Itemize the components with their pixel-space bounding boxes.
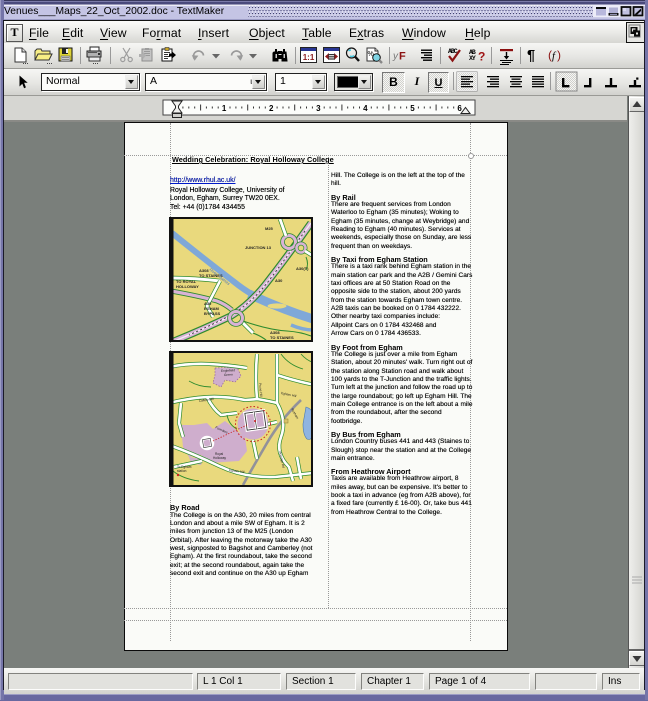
- svg-text:JUNCTION 13: JUNCTION 13: [245, 245, 272, 250]
- svg-text:HOLLOWAY: HOLLOWAY: [176, 284, 199, 289]
- svg-text:F: F: [399, 51, 406, 63]
- svg-text:BYPASS: BYPASS: [204, 311, 220, 316]
- svg-text:A30: A30: [275, 278, 283, 283]
- svg-text:?: ?: [478, 50, 485, 64]
- svg-text:Holloway: Holloway: [213, 456, 226, 460]
- svg-text:2: 2: [269, 104, 274, 113]
- svg-text:M25: M25: [265, 226, 274, 231]
- svg-text:5: 5: [410, 104, 415, 113]
- svg-text:Green: Green: [224, 373, 233, 377]
- svg-text:Venues___Maps_22_Oct_2002.doc: Venues___Maps_22_Oct_2002.doc - TextMake…: [4, 6, 225, 17]
- svg-text:A30(T): A30(T): [296, 266, 309, 271]
- svg-text:): ): [557, 48, 561, 62]
- svg-text:4: 4: [363, 104, 368, 113]
- svg-text:TO STAINES: TO STAINES: [270, 335, 294, 340]
- svg-text:6: 6: [457, 104, 462, 113]
- svg-text:1: 1: [222, 104, 227, 113]
- svg-text:1:1: 1:1: [303, 53, 315, 62]
- svg-text:XY: XY: [469, 55, 476, 62]
- svg-text:y: y: [392, 51, 399, 62]
- svg-text:station: station: [177, 469, 187, 473]
- svg-text:¶: ¶: [527, 48, 535, 64]
- svg-text:3: 3: [316, 104, 321, 113]
